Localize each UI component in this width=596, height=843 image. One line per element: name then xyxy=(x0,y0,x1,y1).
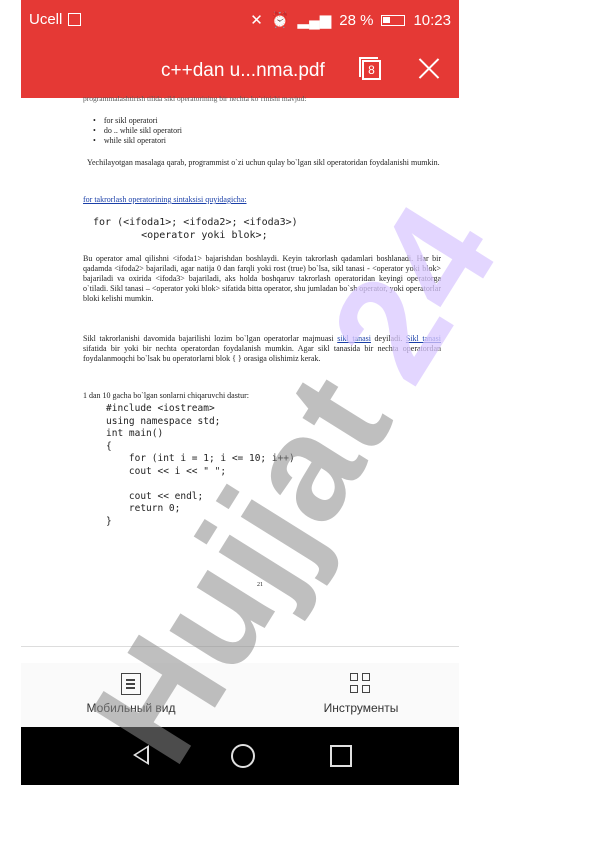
tools-button[interactable]: Инструменты xyxy=(306,673,416,715)
page-count: 8 xyxy=(362,60,381,80)
list-item: do .. while sikl operatori xyxy=(93,126,182,136)
paragraph-body: Sikl takrorlanishi davomida bajarilishi … xyxy=(83,334,441,363)
alarm-icon: ⏰ xyxy=(270,12,290,29)
navigation-bar xyxy=(21,727,459,785)
close-button[interactable] xyxy=(417,56,441,80)
page-number: 21 xyxy=(257,582,263,588)
sikl-tanasi-link[interactable]: sikl tanasi xyxy=(337,334,371,343)
paragraph-intro: Yechilayotgan masalaga qarab, programmis… xyxy=(87,158,440,167)
mute-icon: ✕ xyxy=(250,12,263,29)
divider xyxy=(21,646,459,647)
syntax-code: for (<ifoda1>; <ifoda2>; <ifoda3>) <oper… xyxy=(93,216,298,242)
phone-screen: Ucell ✕ ⏰ ▂▄▆ 28 % 10:23 c++dan u...nma.… xyxy=(21,0,459,785)
pages-button[interactable]: 8 xyxy=(359,57,383,81)
gallery-notification-icon xyxy=(68,13,82,26)
syntax-line-2: <operator yoki blok>; xyxy=(93,230,268,241)
paragraph-explanation: Bu operator amal qilishni <ifoda1> bajar… xyxy=(83,254,441,303)
signal-icon: ▂▄▆ xyxy=(297,12,332,29)
sikl-tanasi-link-2[interactable]: Sikl tanasi xyxy=(406,334,441,343)
code-block: #include <iostream> using namespace std;… xyxy=(106,403,295,527)
syntax-heading-link[interactable]: for takrorlash operatorining sintaksisi … xyxy=(83,195,441,205)
grid-icon xyxy=(350,673,372,695)
home-icon[interactable] xyxy=(231,744,255,768)
recent-apps-icon[interactable] xyxy=(330,745,352,767)
status-bar: Ucell ✕ ⏰ ▂▄▆ 28 % 10:23 xyxy=(21,0,459,44)
document-title: c++dan u...nma.pdf xyxy=(161,60,325,81)
bottom-toolbar: Мобильный вид Инструменты xyxy=(21,663,459,727)
list-item: while sikl operatori xyxy=(93,136,182,146)
pdf-page[interactable]: programmalashtirish tilida sikl operator… xyxy=(21,94,459,644)
bullet-list: for sikl operatori do .. while sikl oper… xyxy=(93,116,182,146)
clock: 10:23 xyxy=(413,11,451,29)
code-intro: 1 dan 10 gacha bo`lgan sonlarni chiqaruv… xyxy=(83,391,249,400)
tools-label: Инструменты xyxy=(323,701,399,715)
battery-icon xyxy=(381,14,406,26)
cut-off-line: programmalashtirish tilida sikl operator… xyxy=(83,94,307,103)
syntax-line-1: for (<ifoda1>; <ifoda2>; <ifoda3>) xyxy=(93,217,298,228)
mobile-view-button[interactable]: Мобильный вид xyxy=(81,673,181,715)
carrier-label: Ucell xyxy=(29,11,63,28)
document-icon xyxy=(121,673,141,695)
battery-percent: 28 % xyxy=(339,11,374,29)
mobile-view-label: Мобильный вид xyxy=(86,701,176,715)
list-item: for sikl operatori xyxy=(93,116,182,126)
title-bar: c++dan u...nma.pdf 8 xyxy=(21,44,459,98)
